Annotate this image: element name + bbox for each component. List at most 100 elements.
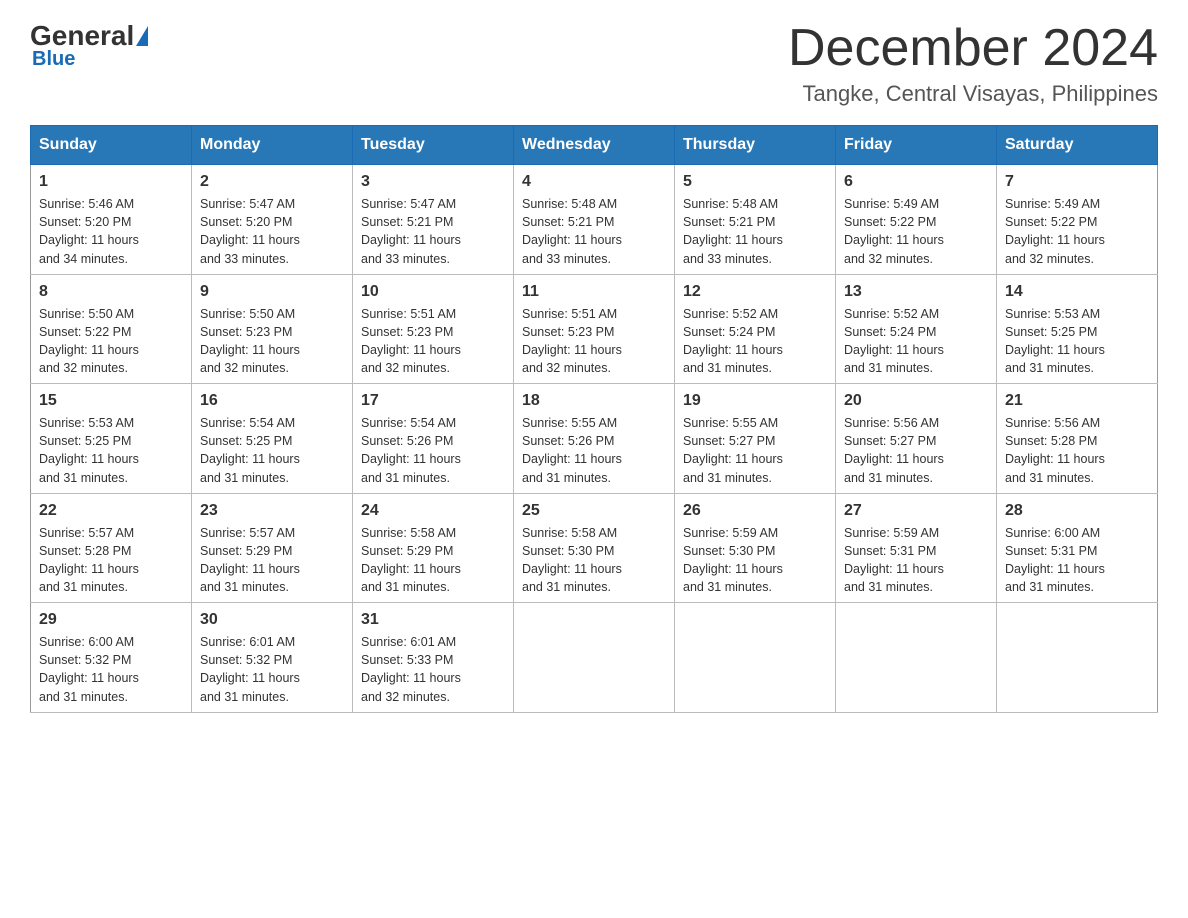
day-number: 27 xyxy=(844,502,988,520)
day-info: Sunrise: 5:57 AMSunset: 5:29 PMDaylight:… xyxy=(200,524,344,597)
day-number: 1 xyxy=(39,173,183,191)
day-cell: 11 Sunrise: 5:51 AMSunset: 5:23 PMDaylig… xyxy=(514,274,675,384)
day-info: Sunrise: 5:50 AMSunset: 5:22 PMDaylight:… xyxy=(39,305,183,378)
day-info: Sunrise: 5:47 AMSunset: 5:21 PMDaylight:… xyxy=(361,195,505,268)
day-cell: 15 Sunrise: 5:53 AMSunset: 5:25 PMDaylig… xyxy=(31,384,192,494)
day-cell: 30 Sunrise: 6:01 AMSunset: 5:32 PMDaylig… xyxy=(192,603,353,713)
column-header-thursday: Thursday xyxy=(675,126,836,165)
day-number: 15 xyxy=(39,392,183,410)
day-number: 20 xyxy=(844,392,988,410)
day-info: Sunrise: 5:59 AMSunset: 5:30 PMDaylight:… xyxy=(683,524,827,597)
day-cell xyxy=(997,603,1158,713)
day-info: Sunrise: 5:59 AMSunset: 5:31 PMDaylight:… xyxy=(844,524,988,597)
week-row-5: 29 Sunrise: 6:00 AMSunset: 5:32 PMDaylig… xyxy=(31,603,1158,713)
day-cell: 8 Sunrise: 5:50 AMSunset: 5:22 PMDayligh… xyxy=(31,274,192,384)
column-header-friday: Friday xyxy=(836,126,997,165)
day-cell: 27 Sunrise: 5:59 AMSunset: 5:31 PMDaylig… xyxy=(836,493,997,603)
day-info: Sunrise: 5:48 AMSunset: 5:21 PMDaylight:… xyxy=(683,195,827,268)
day-info: Sunrise: 5:56 AMSunset: 5:27 PMDaylight:… xyxy=(844,414,988,487)
day-info: Sunrise: 6:00 AMSunset: 5:32 PMDaylight:… xyxy=(39,633,183,706)
calendar-table: SundayMondayTuesdayWednesdayThursdayFrid… xyxy=(30,125,1158,713)
column-header-saturday: Saturday xyxy=(997,126,1158,165)
day-cell: 26 Sunrise: 5:59 AMSunset: 5:30 PMDaylig… xyxy=(675,493,836,603)
day-cell xyxy=(675,603,836,713)
day-number: 7 xyxy=(1005,173,1149,191)
day-number: 6 xyxy=(844,173,988,191)
day-number: 12 xyxy=(683,283,827,301)
day-info: Sunrise: 5:58 AMSunset: 5:29 PMDaylight:… xyxy=(361,524,505,597)
day-info: Sunrise: 5:49 AMSunset: 5:22 PMDaylight:… xyxy=(1005,195,1149,268)
day-number: 29 xyxy=(39,611,183,629)
day-number: 3 xyxy=(361,173,505,191)
day-info: Sunrise: 5:50 AMSunset: 5:23 PMDaylight:… xyxy=(200,305,344,378)
day-number: 10 xyxy=(361,283,505,301)
day-info: Sunrise: 5:53 AMSunset: 5:25 PMDaylight:… xyxy=(1005,305,1149,378)
day-cell: 1 Sunrise: 5:46 AMSunset: 5:20 PMDayligh… xyxy=(31,165,192,275)
day-info: Sunrise: 5:55 AMSunset: 5:27 PMDaylight:… xyxy=(683,414,827,487)
day-number: 31 xyxy=(361,611,505,629)
day-number: 5 xyxy=(683,173,827,191)
day-number: 9 xyxy=(200,283,344,301)
day-info: Sunrise: 5:47 AMSunset: 5:20 PMDaylight:… xyxy=(200,195,344,268)
day-cell: 18 Sunrise: 5:55 AMSunset: 5:26 PMDaylig… xyxy=(514,384,675,494)
week-row-1: 1 Sunrise: 5:46 AMSunset: 5:20 PMDayligh… xyxy=(31,165,1158,275)
day-cell: 22 Sunrise: 5:57 AMSunset: 5:28 PMDaylig… xyxy=(31,493,192,603)
column-header-tuesday: Tuesday xyxy=(353,126,514,165)
column-header-sunday: Sunday xyxy=(31,126,192,165)
day-number: 18 xyxy=(522,392,666,410)
day-cell: 12 Sunrise: 5:52 AMSunset: 5:24 PMDaylig… xyxy=(675,274,836,384)
day-info: Sunrise: 6:00 AMSunset: 5:31 PMDaylight:… xyxy=(1005,524,1149,597)
title-block: December 2024 Tangke, Central Visayas, P… xyxy=(788,20,1158,107)
day-cell: 9 Sunrise: 5:50 AMSunset: 5:23 PMDayligh… xyxy=(192,274,353,384)
week-row-4: 22 Sunrise: 5:57 AMSunset: 5:28 PMDaylig… xyxy=(31,493,1158,603)
day-number: 11 xyxy=(522,283,666,301)
logo: General Blue xyxy=(30,20,150,71)
day-info: Sunrise: 5:54 AMSunset: 5:26 PMDaylight:… xyxy=(361,414,505,487)
page-header: General Blue December 2024 Tangke, Centr… xyxy=(30,20,1158,107)
day-cell: 17 Sunrise: 5:54 AMSunset: 5:26 PMDaylig… xyxy=(353,384,514,494)
day-cell: 21 Sunrise: 5:56 AMSunset: 5:28 PMDaylig… xyxy=(997,384,1158,494)
day-info: Sunrise: 5:56 AMSunset: 5:28 PMDaylight:… xyxy=(1005,414,1149,487)
day-cell: 7 Sunrise: 5:49 AMSunset: 5:22 PMDayligh… xyxy=(997,165,1158,275)
day-info: Sunrise: 5:51 AMSunset: 5:23 PMDaylight:… xyxy=(361,305,505,378)
week-row-2: 8 Sunrise: 5:50 AMSunset: 5:22 PMDayligh… xyxy=(31,274,1158,384)
day-info: Sunrise: 5:57 AMSunset: 5:28 PMDaylight:… xyxy=(39,524,183,597)
day-cell: 16 Sunrise: 5:54 AMSunset: 5:25 PMDaylig… xyxy=(192,384,353,494)
day-cell: 25 Sunrise: 5:58 AMSunset: 5:30 PMDaylig… xyxy=(514,493,675,603)
day-cell: 23 Sunrise: 5:57 AMSunset: 5:29 PMDaylig… xyxy=(192,493,353,603)
day-cell: 10 Sunrise: 5:51 AMSunset: 5:23 PMDaylig… xyxy=(353,274,514,384)
day-info: Sunrise: 5:54 AMSunset: 5:25 PMDaylight:… xyxy=(200,414,344,487)
day-number: 22 xyxy=(39,502,183,520)
day-number: 14 xyxy=(1005,283,1149,301)
day-info: Sunrise: 5:49 AMSunset: 5:22 PMDaylight:… xyxy=(844,195,988,268)
day-info: Sunrise: 5:52 AMSunset: 5:24 PMDaylight:… xyxy=(844,305,988,378)
day-number: 21 xyxy=(1005,392,1149,410)
day-number: 13 xyxy=(844,283,988,301)
day-info: Sunrise: 5:58 AMSunset: 5:30 PMDaylight:… xyxy=(522,524,666,597)
day-number: 28 xyxy=(1005,502,1149,520)
day-cell: 5 Sunrise: 5:48 AMSunset: 5:21 PMDayligh… xyxy=(675,165,836,275)
day-number: 24 xyxy=(361,502,505,520)
day-info: Sunrise: 6:01 AMSunset: 5:33 PMDaylight:… xyxy=(361,633,505,706)
day-cell: 13 Sunrise: 5:52 AMSunset: 5:24 PMDaylig… xyxy=(836,274,997,384)
day-number: 8 xyxy=(39,283,183,301)
header-row: SundayMondayTuesdayWednesdayThursdayFrid… xyxy=(31,126,1158,165)
day-info: Sunrise: 6:01 AMSunset: 5:32 PMDaylight:… xyxy=(200,633,344,706)
day-number: 16 xyxy=(200,392,344,410)
week-row-3: 15 Sunrise: 5:53 AMSunset: 5:25 PMDaylig… xyxy=(31,384,1158,494)
day-info: Sunrise: 5:52 AMSunset: 5:24 PMDaylight:… xyxy=(683,305,827,378)
day-number: 2 xyxy=(200,173,344,191)
column-header-monday: Monday xyxy=(192,126,353,165)
logo-triangle-icon xyxy=(136,26,148,46)
logo-blue-text: Blue xyxy=(30,48,75,71)
day-number: 19 xyxy=(683,392,827,410)
day-cell: 14 Sunrise: 5:53 AMSunset: 5:25 PMDaylig… xyxy=(997,274,1158,384)
day-number: 4 xyxy=(522,173,666,191)
location-title: Tangke, Central Visayas, Philippines xyxy=(788,81,1158,107)
day-cell: 3 Sunrise: 5:47 AMSunset: 5:21 PMDayligh… xyxy=(353,165,514,275)
day-number: 23 xyxy=(200,502,344,520)
day-info: Sunrise: 5:46 AMSunset: 5:20 PMDaylight:… xyxy=(39,195,183,268)
day-cell: 19 Sunrise: 5:55 AMSunset: 5:27 PMDaylig… xyxy=(675,384,836,494)
day-number: 30 xyxy=(200,611,344,629)
day-cell: 28 Sunrise: 6:00 AMSunset: 5:31 PMDaylig… xyxy=(997,493,1158,603)
